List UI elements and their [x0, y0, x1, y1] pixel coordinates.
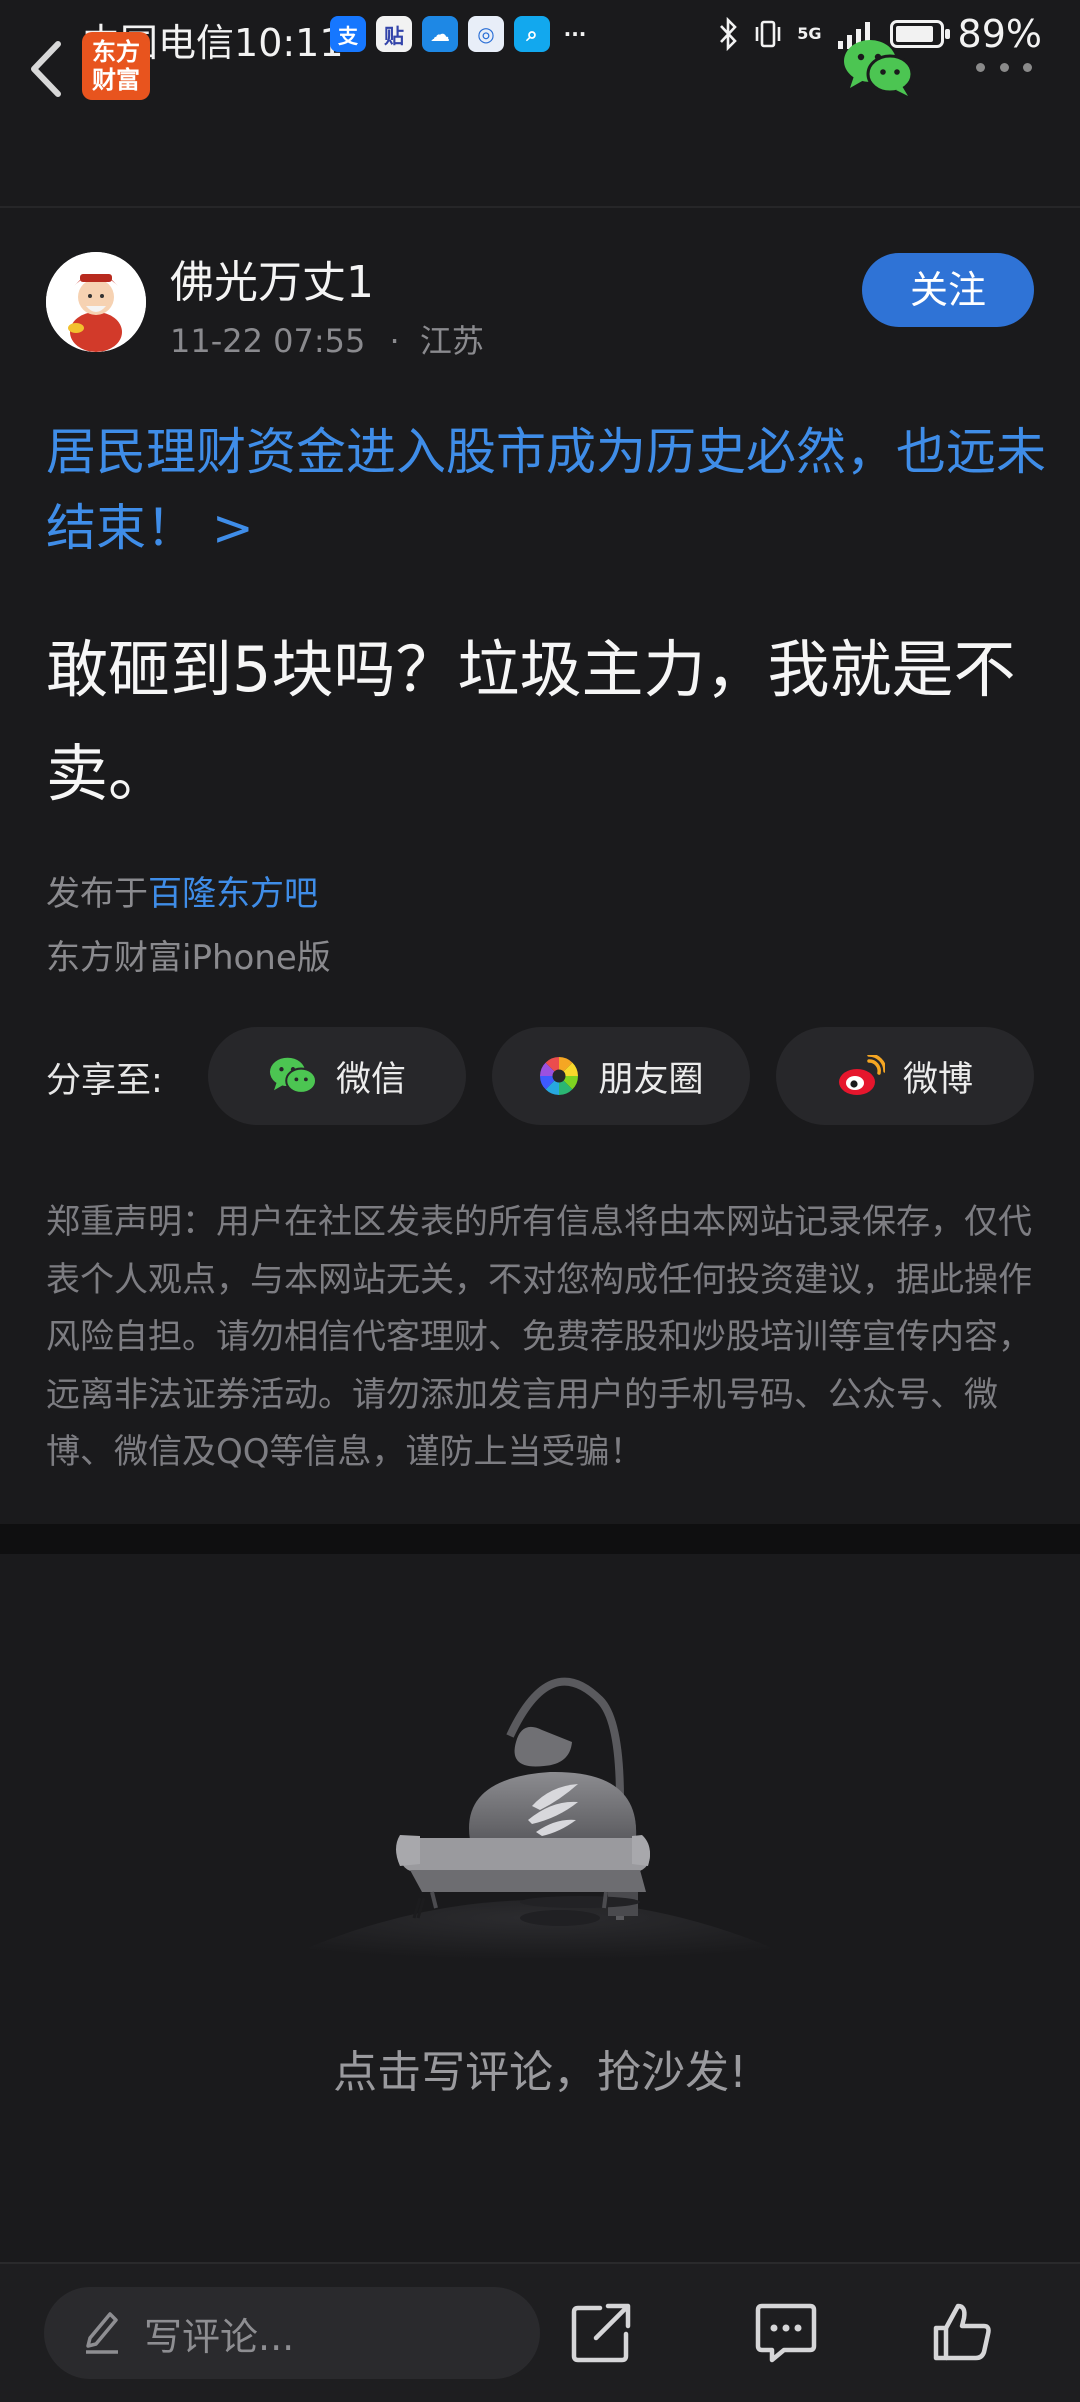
post-location: 江苏 [419, 322, 484, 360]
network-type: 5G [797, 24, 822, 43]
publish-prefix: 发布于 [46, 874, 148, 914]
moments-icon [540, 1057, 579, 1095]
topic-link[interactable]: 居民理财资金进入股市成为历史必然，也远未结束！ > [46, 414, 1046, 566]
share-wechat-button[interactable]: 微信 [208, 1027, 466, 1125]
follow-button[interactable]: 关注 [862, 253, 1034, 327]
empty-sofa-illustration [280, 1677, 800, 1960]
wechat-share-icon[interactable] [842, 36, 914, 98]
wechat-icon [269, 1057, 318, 1094]
notification-icons: 支 贴 ☁ ◎ ⌕ ··· [330, 16, 590, 52]
like-icon[interactable] [930, 2300, 994, 2364]
forum-link[interactable]: 百隆东方吧 [148, 874, 318, 914]
comment-icon[interactable] [754, 2300, 818, 2364]
post-datetime: 11-22 07:55 [170, 322, 366, 360]
share-weibo-button[interactable]: 微博 [776, 1027, 1034, 1125]
app-logo: 东方 财富 [82, 32, 150, 100]
pencil-icon [86, 2312, 118, 2354]
nav-bar [0, 72, 1080, 208]
comment-placeholder: 写评论... [144, 2315, 295, 2359]
logo-text-line2: 财富 [92, 66, 140, 94]
avatar[interactable] [46, 252, 146, 352]
empty-comments-text[interactable]: 点击写评论，抢沙发! [0, 2036, 1080, 2100]
client-info: 东方财富iPhone版 [46, 938, 331, 978]
post-title: 敢砸到5块吗？垃圾主力，我就是不卖。 [46, 633, 1016, 810]
share-label: 分享至: [46, 1061, 163, 1101]
more-options-icon[interactable] [976, 60, 1032, 74]
publish-info: 发布于百隆东方吧 [46, 866, 318, 915]
weibo-icon [838, 1055, 885, 1095]
logo-text-line1: 东方 [92, 38, 140, 66]
author-name[interactable]: 佛光万丈1 [170, 246, 374, 310]
disclaimer-text: 郑重声明：用户在社区发表的所有信息将由本网站记录保存，仅代表个人观点，与本网站无… [46, 1202, 1032, 1472]
share-moments-label: 朋友圈 [598, 1059, 704, 1100]
clock: 10:11 [234, 21, 344, 65]
share-wechat-label: 微信 [335, 1059, 406, 1100]
share-moments-button[interactable]: 朋友圈 [492, 1027, 750, 1125]
weather-icon: ☁ [422, 16, 458, 52]
browser-icon: ◎ [468, 16, 504, 52]
share-weibo-label: 微博 [902, 1059, 973, 1100]
search-app-icon: ⌕ [514, 16, 550, 52]
back-icon[interactable] [20, 34, 80, 104]
meta-separator: · [389, 322, 400, 360]
section-divider [0, 1524, 1080, 1554]
tieba-icon: 贴 [376, 16, 412, 52]
avatar-image [46, 252, 146, 352]
alipay-icon: 支 [330, 16, 366, 52]
more-notifications-icon: ··· [563, 22, 587, 46]
post-meta: 11-22 07:55 · 江苏 [170, 316, 484, 362]
vibrate-icon [755, 20, 781, 48]
bluetooth-icon [720, 17, 738, 51]
share-icon[interactable] [570, 2300, 634, 2364]
battery-percent: 89% [957, 12, 1042, 56]
